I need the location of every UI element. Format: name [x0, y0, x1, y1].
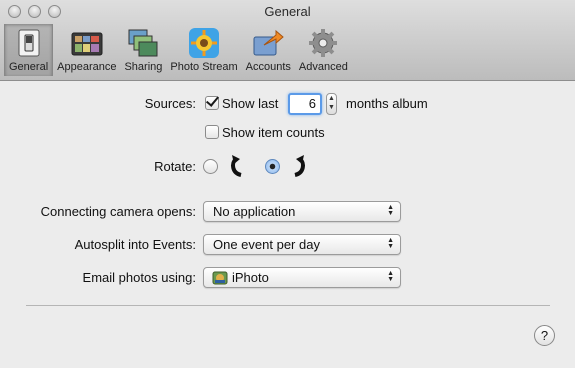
months-suffix-label: months album	[346, 96, 428, 111]
tab-general[interactable]: General	[4, 24, 54, 76]
preference-tabs: General Appearance Sharing Photo Stream …	[4, 24, 352, 76]
toolbar: General General Appearance Sharing Photo…	[0, 0, 575, 81]
divider	[26, 305, 550, 306]
show-last-label: Show last	[222, 96, 279, 111]
connecting-camera-value: No application	[213, 204, 296, 219]
tab-accounts[interactable]: Accounts	[242, 24, 295, 76]
popup-arrows-icon: ▲ ▼	[387, 237, 394, 250]
tab-label: Advanced	[298, 61, 348, 73]
tab-advanced[interactable]: Advanced	[295, 24, 352, 76]
tab-label: Photo Stream	[170, 61, 238, 73]
show-last-checkbox[interactable]	[205, 96, 219, 110]
email-photos-popup[interactable]: iPhoto ▲ ▼	[203, 267, 401, 288]
preferences-window: General General Appearance Sharing Photo…	[0, 0, 575, 368]
tab-photo-stream[interactable]: Photo Stream	[166, 24, 241, 76]
popup-arrows-icon: ▲ ▼	[387, 204, 394, 217]
connecting-camera-label: Connecting camera opens:	[40, 204, 196, 219]
rotate-counterclockwise-icon[interactable]	[228, 153, 244, 177]
connecting-camera-popup[interactable]: No application ▲ ▼	[203, 201, 401, 222]
sources-label: Sources:	[144, 96, 196, 111]
email-photos-label: Email photos using:	[82, 270, 196, 285]
help-button[interactable]: ?	[534, 325, 555, 346]
tab-appearance[interactable]: Appearance	[53, 24, 120, 76]
popup-arrows-icon: ▲ ▼	[387, 270, 394, 283]
email-photos-value: iPhoto	[232, 270, 269, 285]
rotate-label: Rotate:	[154, 159, 196, 174]
months-field[interactable]: 6	[288, 93, 322, 115]
show-item-counts-label: Show item counts	[222, 125, 325, 140]
months-stepper[interactable]: ▲ ▼	[326, 93, 337, 115]
appearance-icon	[71, 32, 103, 56]
tab-label: Sharing	[124, 61, 163, 73]
tab-label: General	[9, 61, 49, 73]
tab-label: Accounts	[245, 61, 291, 73]
autosplit-popup[interactable]: One event per day ▲ ▼	[203, 234, 401, 255]
rotate-ccw-radio[interactable]	[203, 159, 218, 174]
tab-label: Appearance	[57, 61, 117, 73]
autosplit-value: One event per day	[213, 237, 320, 252]
window-title: General	[264, 4, 311, 19]
rotate-cw-radio[interactable]	[265, 159, 280, 174]
autosplit-label: Autosplit into Events:	[74, 237, 196, 252]
tab-sharing[interactable]: Sharing	[120, 24, 166, 76]
rotate-clockwise-icon[interactable]	[292, 153, 308, 177]
show-item-counts-checkbox[interactable]	[205, 125, 219, 139]
iphoto-icon	[212, 271, 228, 285]
accounts-icon	[253, 29, 285, 56]
general-switch-icon	[18, 29, 40, 57]
gear-icon	[309, 29, 338, 57]
photo-stream-icon	[189, 28, 220, 58]
sharing-icon	[128, 29, 158, 57]
